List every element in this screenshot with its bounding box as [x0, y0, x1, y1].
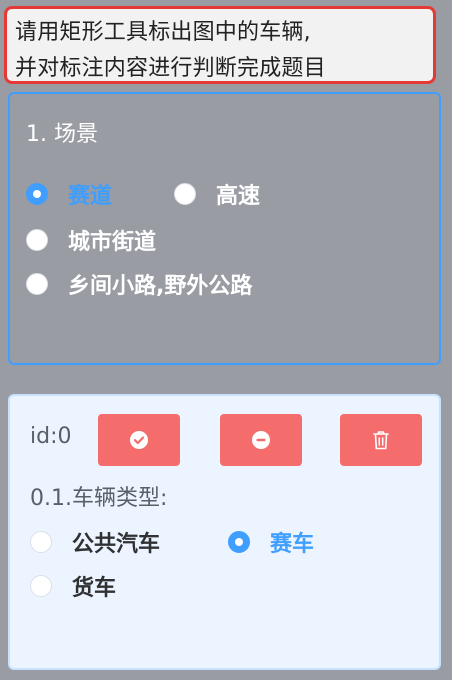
vehicle-option-truck[interactable]: 货车: [30, 570, 116, 602]
confirm-button[interactable]: [98, 414, 180, 466]
remove-button[interactable]: [220, 414, 302, 466]
radio-unchecked-icon[interactable]: [174, 183, 196, 205]
scene-question-card: 1. 场景 赛道 高速 城市街道 乡间小路,野外公路: [8, 92, 441, 365]
scene-option-label: 乡间小路,野外公路: [68, 274, 253, 299]
radio-unchecked-icon[interactable]: [30, 531, 52, 553]
scene-option-highway[interactable]: 高速: [174, 178, 260, 210]
scene-option-race-track[interactable]: 赛道: [26, 178, 112, 210]
check-circle-icon: [130, 431, 148, 449]
radio-unchecked-icon[interactable]: [26, 273, 48, 295]
delete-button[interactable]: [340, 414, 422, 466]
scene-option-country-road[interactable]: 乡间小路,野外公路: [26, 268, 252, 300]
instruction-line-1: 请用矩形工具标出图中的车辆,: [15, 20, 311, 45]
radio-unchecked-icon[interactable]: [30, 575, 52, 597]
scene-option-city-street[interactable]: 城市街道: [26, 224, 156, 256]
vehicle-option-label: 公共汽车: [72, 532, 161, 557]
vehicle-type-question: 0.1.车辆类型:: [30, 486, 168, 511]
scene-question-title: 1. 场景: [26, 122, 98, 147]
vehicle-annotation-card: id:0 0.1.车辆类型: 公共汽车 赛车 货车: [8, 394, 441, 670]
vehicle-option-race-car[interactable]: 赛车: [228, 526, 314, 558]
vehicle-option-label: 赛车: [270, 532, 315, 557]
scene-option-label: 高速: [216, 184, 261, 209]
radio-checked-icon[interactable]: [228, 531, 250, 553]
task-instruction: 请用矩形工具标出图中的车辆, 并对标注内容进行判断完成题目: [4, 6, 436, 84]
scene-option-label: 赛道: [68, 184, 113, 209]
annotation-id: id:0: [30, 424, 72, 449]
scene-option-label: 城市街道: [68, 230, 157, 255]
minus-circle-icon: [252, 431, 270, 449]
radio-unchecked-icon[interactable]: [26, 229, 48, 251]
instruction-line-2: 并对标注内容进行判断完成题目: [15, 56, 326, 81]
trash-icon: [373, 431, 389, 450]
radio-checked-icon[interactable]: [26, 183, 48, 205]
vehicle-option-label: 货车: [72, 576, 117, 601]
vehicle-option-bus[interactable]: 公共汽车: [30, 526, 160, 558]
